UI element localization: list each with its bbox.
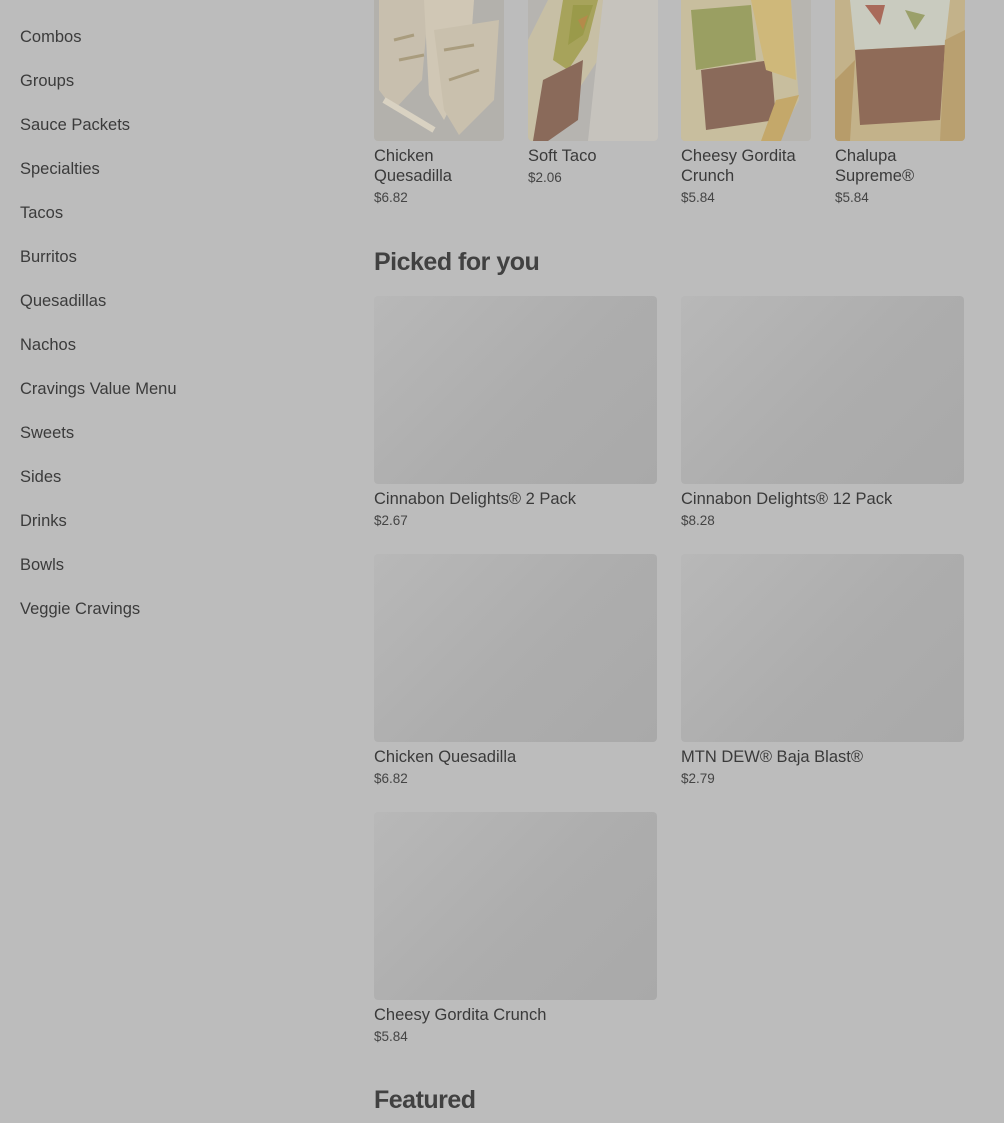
sidebar-item-veggie-cravings[interactable]: Veggie Cravings	[20, 598, 320, 642]
menu-item-price: $5.84	[374, 1029, 408, 1044]
sidebar-item-cravings-value-menu[interactable]: Cravings Value Menu	[20, 378, 320, 422]
category-sidebar: Combos Groups Sauce Packets Specialties …	[20, 26, 320, 642]
chalupa-supreme-image	[835, 0, 965, 141]
menu-item-card[interactable]: Cheesy Gordita Crunch $5.84	[681, 0, 811, 205]
sidebar-item-tacos[interactable]: Tacos	[20, 202, 320, 246]
cheesy-gordita-crunch-image	[681, 0, 811, 141]
sidebar-item-specialties[interactable]: Specialties	[20, 158, 320, 202]
sidebar-item-bowls[interactable]: Bowls	[20, 554, 320, 598]
sidebar-item-sauce-packets[interactable]: Sauce Packets	[20, 114, 320, 158]
menu-item-price: $5.84	[681, 190, 715, 205]
menu-item-name: Chicken Quesadilla	[374, 748, 517, 766]
menu-item-name: Cinnabon Delights® 2 Pack	[374, 490, 577, 508]
sidebar-item-drinks[interactable]: Drinks	[20, 510, 320, 554]
menu-item-card[interactable]: Soft Taco $2.06	[528, 0, 658, 185]
menu-item-name: Cheesy Gordita Crunch	[374, 1006, 547, 1024]
menu-item-price: $2.06	[528, 170, 562, 185]
menu-item-name: Cinnabon Delights® 12 Pack	[681, 490, 893, 508]
menu-item-price: $5.84	[835, 190, 869, 205]
menu-item-name: Chalupa Supreme®	[835, 147, 915, 185]
menu-item-name: Soft Taco	[528, 147, 597, 165]
menu-item-image-placeholder	[374, 296, 657, 484]
menu-item-card[interactable]: Chicken Quesadilla $6.82	[374, 0, 504, 205]
menu-item-image-placeholder	[374, 554, 657, 742]
menu-item-card[interactable]: Cinnabon Delights® 2 Pack $2.67	[374, 296, 657, 528]
sidebar-item-quesadillas[interactable]: Quesadillas	[20, 290, 320, 334]
section-title-featured: Featured	[374, 1086, 476, 1114]
menu-item-name: Cheesy Gordita Crunch	[681, 147, 796, 185]
sidebar-item-groups[interactable]: Groups	[20, 70, 320, 114]
sidebar-item-nachos[interactable]: Nachos	[20, 334, 320, 378]
menu-item-card[interactable]: Chalupa Supreme® $5.84	[835, 0, 965, 205]
menu-item-image-placeholder	[681, 296, 964, 484]
menu-item-card[interactable]: Cinnabon Delights® 12 Pack $8.28	[681, 296, 964, 528]
menu-item-card[interactable]: Chicken Quesadilla $6.82	[374, 554, 657, 786]
menu-item-card[interactable]: Cheesy Gordita Crunch $5.84	[374, 812, 657, 1044]
soft-taco-image	[528, 0, 658, 141]
sidebar-item-burritos[interactable]: Burritos	[20, 246, 320, 290]
menu-item-price: $6.82	[374, 190, 408, 205]
menu-item-card[interactable]: MTN DEW® Baja Blast® $2.79	[681, 554, 964, 786]
menu-item-name: MTN DEW® Baja Blast®	[681, 748, 864, 766]
menu-item-image-placeholder	[374, 812, 657, 1000]
menu-item-price: $2.67	[374, 513, 408, 528]
chicken-quesadilla-image	[374, 0, 504, 141]
menu-item-price: $6.82	[374, 771, 408, 786]
sidebar-item-sides[interactable]: Sides	[20, 466, 320, 510]
section-title-picked-for-you: Picked for you	[374, 248, 540, 276]
sidebar-item-combos[interactable]: Combos	[20, 26, 320, 70]
menu-item-price: $8.28	[681, 513, 715, 528]
sidebar-item-sweets[interactable]: Sweets	[20, 422, 320, 466]
menu-item-image-placeholder	[681, 554, 964, 742]
menu-item-price: $2.79	[681, 771, 715, 786]
menu-item-name: Chicken Quesadilla	[374, 147, 452, 185]
